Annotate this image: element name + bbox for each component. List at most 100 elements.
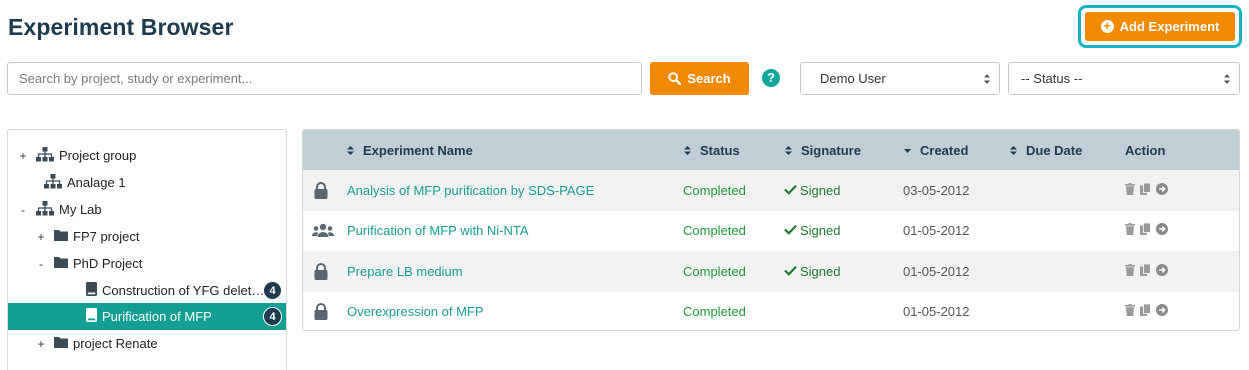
signature-cell: Signed [784, 170, 840, 211]
column-header-status[interactable]: Status [683, 130, 740, 170]
action-cell [1125, 292, 1168, 331]
column-header-due-date[interactable]: Due Date [1009, 130, 1082, 170]
tree-item[interactable]: Purification of MFP 4 [8, 303, 286, 330]
search-icon [668, 72, 682, 85]
created-date: 01-05-2012 [903, 304, 970, 320]
trash-icon[interactable] [1125, 182, 1135, 198]
check-icon [784, 183, 797, 198]
expand-icon[interactable]: + [36, 337, 46, 351]
count-badge: 4 [263, 307, 282, 326]
experiment-name-link[interactable]: Prepare LB medium [347, 251, 463, 292]
sort-icon [785, 145, 792, 155]
tree-item[interactable]: Construction of YFG delet… 4 [8, 277, 286, 304]
hierarchy-icon [36, 200, 54, 219]
user-select[interactable]: Demo User [800, 62, 1000, 95]
column-header-action: Action [1125, 130, 1165, 170]
folder-icon [54, 256, 68, 271]
tree-item-label: Construction of YFG delet… [102, 283, 263, 298]
tree-item[interactable]: Analage 1 [8, 169, 286, 196]
tree-item[interactable]: + Project group [8, 142, 286, 169]
lock-icon [314, 292, 328, 331]
column-label: Experiment Name [363, 142, 473, 158]
column-header-created[interactable]: Created [903, 130, 968, 170]
sort-icon [347, 145, 354, 155]
experiment-name-link[interactable]: Purification of MFP with Ni-NTA [347, 211, 529, 252]
users-icon [312, 211, 334, 252]
column-header-experiment-name[interactable]: Experiment Name [346, 130, 473, 170]
tree-item[interactable]: + FP7 project [8, 223, 286, 250]
action-cell [1125, 211, 1168, 252]
arrow-right-circle-icon[interactable] [1156, 263, 1168, 279]
tree-item-label: project Renate [73, 336, 158, 351]
tree-item[interactable]: - PhD Project [8, 250, 286, 277]
status-text: Completed [683, 182, 746, 198]
notebook-icon [86, 282, 97, 299]
check-icon [784, 264, 797, 279]
column-header-signature[interactable]: Signature [784, 130, 861, 170]
action-cell [1125, 251, 1168, 292]
expand-icon[interactable]: + [36, 230, 46, 244]
lock-icon [314, 170, 328, 211]
status-text: Completed [683, 263, 746, 279]
hierarchy-icon [36, 146, 54, 165]
search-button-label: Search [687, 71, 731, 86]
table-row[interactable]: Prepare LB medium Completed Signed 01-05-20… [303, 251, 1239, 292]
folder-icon [54, 229, 68, 244]
help-icon[interactable]: ? [762, 69, 780, 87]
folder-icon [54, 336, 68, 351]
experiment-name-link[interactable]: Analysis of MFP purification by SDS-PAGE [347, 170, 594, 211]
column-label: Status [700, 142, 740, 158]
tree-item-label: PhD Project [73, 256, 143, 271]
tree-item[interactable]: + project Renate [8, 330, 286, 357]
created-date: 03-05-2012 [903, 182, 970, 198]
count-badge: 4 [263, 281, 282, 300]
tree-item-label: My Lab [59, 202, 102, 217]
signature-text: Signed [800, 223, 841, 239]
status-select[interactable]: -- Status -- [1008, 62, 1240, 95]
experiment-name-link[interactable]: Overexpression of MFP [347, 292, 484, 331]
trash-icon[interactable] [1125, 304, 1135, 319]
tree-item[interactable]: - My Lab [8, 196, 286, 223]
project-tree: + Project group Analage 1 - My Lab + FP7 proje… [7, 129, 287, 370]
tree-item-label: Analage 1 [67, 175, 126, 190]
copy-icon[interactable] [1140, 303, 1151, 319]
column-label: Created [920, 142, 969, 158]
signature-text: Signed [800, 263, 841, 279]
arrow-right-circle-icon[interactable] [1156, 304, 1168, 319]
page-title: Experiment Browser [8, 14, 234, 40]
search-input[interactable] [7, 62, 642, 95]
collapse-icon[interactable]: - [36, 257, 46, 271]
table-header: Experiment Name Status Signature Created… [303, 130, 1239, 170]
table-row[interactable]: Analysis of MFP purification by SDS-PAGE… [303, 170, 1239, 211]
add-experiment-button[interactable]: + Add Experiment [1085, 12, 1235, 41]
signature-cell: Signed [784, 211, 840, 252]
copy-icon[interactable] [1140, 222, 1151, 238]
sort-icon [1010, 145, 1017, 155]
expand-icon[interactable]: + [18, 149, 28, 163]
table-row[interactable]: Purification of MFP with Ni-NTA Completed… [303, 211, 1239, 252]
column-label: Due Date [1026, 142, 1083, 158]
select-caret-icon [984, 74, 990, 84]
tree-item-label: Project group [59, 148, 137, 163]
table-row[interactable]: Overexpression of MFP Completed 01-05-2012 [303, 292, 1239, 331]
created-date: 01-05-2012 [903, 223, 970, 239]
signature-text: Signed [800, 182, 841, 198]
copy-icon[interactable] [1140, 263, 1151, 279]
notebook-icon [86, 308, 97, 325]
search-button[interactable]: Search [650, 62, 749, 95]
created-date: 01-05-2012 [903, 263, 970, 279]
add-experiment-highlight: + Add Experiment [1078, 5, 1242, 48]
collapse-icon[interactable]: - [18, 203, 28, 217]
status-text: Completed [683, 223, 746, 239]
trash-icon[interactable] [1125, 263, 1135, 279]
lock-icon [314, 251, 328, 292]
hierarchy-icon [44, 173, 62, 192]
plus-circle-icon: + [1100, 20, 1114, 33]
sort-icon [684, 145, 691, 155]
add-experiment-label: Add Experiment [1119, 19, 1220, 34]
trash-icon[interactable] [1125, 223, 1135, 238]
arrow-right-circle-icon[interactable] [1156, 182, 1168, 198]
status-text: Completed [683, 304, 746, 320]
arrow-right-circle-icon[interactable] [1156, 223, 1168, 238]
copy-icon[interactable] [1140, 182, 1151, 198]
